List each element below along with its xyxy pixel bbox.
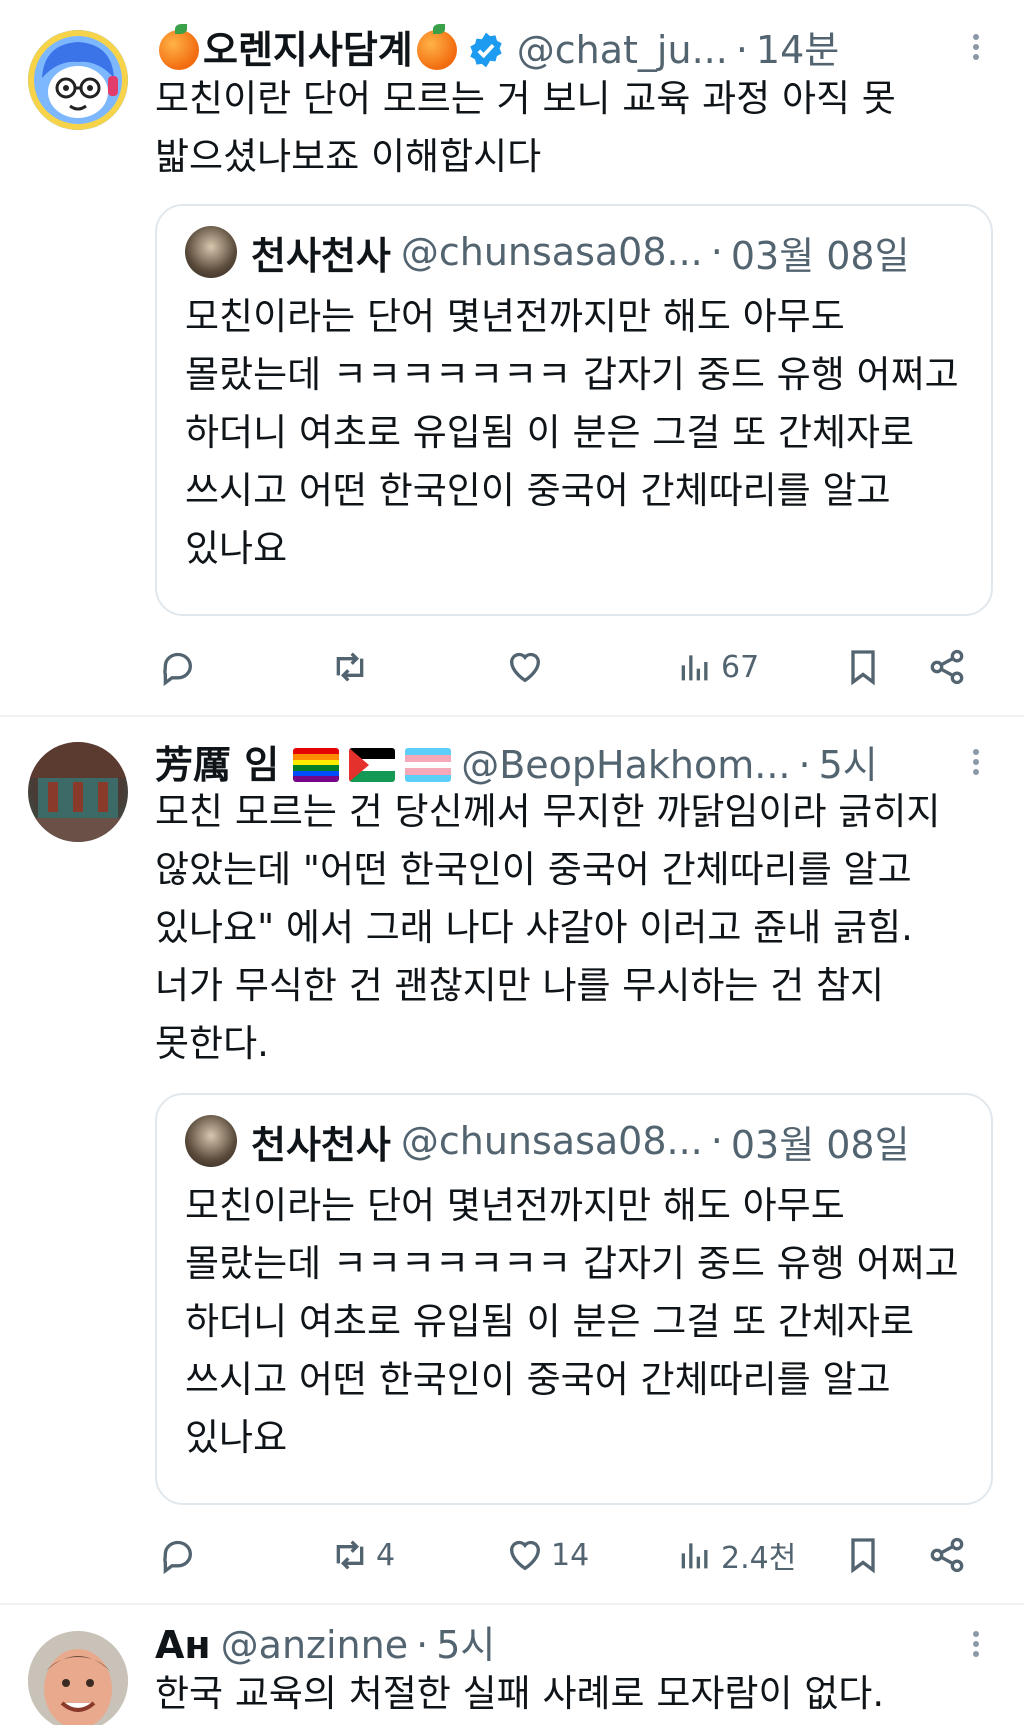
quoted-tweet-text: 모친이라는 단어 몇년전까지만 해도 아무도 몰랐는데 ㅋㅋㅋㅋㅋㅋㅋ 갑자기 …: [185, 1184, 959, 1459]
share-icon: [930, 649, 964, 685]
share-icon: [930, 1537, 964, 1573]
verified-icon: [470, 32, 502, 68]
reply-button[interactable]: [157, 642, 203, 692]
quoted-timestamp: 03월 08일: [730, 233, 910, 278]
share-button[interactable]: [927, 642, 967, 692]
like-count: 14: [551, 1537, 590, 1573]
views-button[interactable]: 67: [675, 642, 759, 692]
like-icon: [509, 652, 541, 683]
quoted-tweet-header: 천사천사 @chunsasa08... · 03월 08일: [185, 1113, 910, 1169]
quoted-tweet[interactable]: 천사천사 @chunsasa08... · 03월 08일 모친이라는 단어 몇…: [155, 1093, 993, 1505]
more-icon[interactable]: [966, 30, 986, 70]
retweet-count: 4: [376, 1537, 396, 1573]
separator-dot: ·: [710, 230, 723, 274]
avatar-illustration: [28, 30, 128, 130]
avatar-illustration: [28, 1631, 128, 1725]
reply-icon: [163, 652, 193, 687]
share-button[interactable]: [927, 1530, 967, 1580]
avatar[interactable]: [28, 30, 128, 130]
tweet-3[interactable]: Ан @anzinne · 5시 한국 교육의 처절한 실패 사례로 모자람이 …: [0, 1605, 1024, 1725]
reply-button[interactable]: [157, 1530, 203, 1580]
like-icon: [509, 1540, 541, 1571]
views-icon: [681, 655, 708, 681]
views-count: 2.4천: [721, 1541, 797, 1576]
bookmark-icon: [851, 1538, 875, 1574]
more-icon[interactable]: [966, 1627, 986, 1667]
quoted-timestamp: 03월 08일: [730, 1122, 910, 1167]
quoted-tweet[interactable]: 천사천사 @chunsasa08... · 03월 08일 모친이라는 단어 몇…: [155, 204, 993, 616]
tweet-text: 모친 모르는 건 당신께서 무지한 까닭임이라 긁히지 않았는데 "어떤 한국인…: [155, 790, 941, 1065]
orange-emoji-icon: [416, 24, 457, 70]
orange-emoji-icon: [159, 24, 199, 70]
reply-icon: [163, 1540, 193, 1575]
retweet-icon: [336, 652, 364, 682]
tweet-1[interactable]: 오렌지사담계 @chat_ju... · 14분 모친이란 단어 모르는 거 보…: [0, 0, 1024, 715]
action-bar: 67: [155, 642, 995, 692]
avatar[interactable]: [28, 1631, 128, 1725]
bookmark-button[interactable]: [843, 642, 883, 692]
like-button[interactable]: 14: [505, 1530, 589, 1580]
quoted-display-name: 천사천사: [251, 233, 391, 278]
views-button[interactable]: 2.4천: [675, 1530, 796, 1580]
retweet-icon: [336, 1540, 364, 1570]
quoted-display-name: 천사천사: [251, 1122, 391, 1167]
retweet-button[interactable]: 4: [330, 1530, 395, 1580]
quoted-tweet-text: 모친이라는 단어 몇년전까지만 해도 아무도 몰랐는데 ㅋㅋㅋㅋㅋㅋㅋ 갑자기 …: [185, 295, 959, 570]
transgender-flag-icon: [405, 748, 452, 782]
bookmark-button[interactable]: [843, 1530, 883, 1580]
tweet-text: 모친이란 단어 모르는 거 보니 교육 과정 아직 못 밟으셨나보죠 이해합시다: [155, 77, 896, 178]
quoted-avatar: [185, 226, 237, 278]
more-icon[interactable]: [966, 745, 986, 785]
quoted-avatar: [185, 1115, 237, 1167]
avatar[interactable]: [28, 742, 128, 842]
quoted-user-handle: @chunsasa08...: [400, 230, 703, 274]
palestine-flag-icon: [349, 748, 396, 782]
tweet-2[interactable]: 芳厲 임 @BeopHakhom... · 5시 모친 모르는 건 당신께서 무…: [0, 717, 1024, 1603]
tweet-text: 한국 교육의 처절한 실패 사례로 모자람이 없다.: [155, 1672, 885, 1715]
action-bar: 4 14 2.4천: [155, 1530, 995, 1580]
rainbow-flag-icon: [293, 748, 340, 782]
separator-dot: ·: [710, 1119, 723, 1163]
retweet-button[interactable]: [330, 642, 376, 692]
avatar-illustration: [28, 742, 128, 842]
like-button[interactable]: [505, 642, 551, 692]
quoted-tweet-header: 천사천사 @chunsasa08... · 03월 08일: [185, 224, 910, 280]
quoted-user-handle: @chunsasa08...: [400, 1119, 703, 1163]
bookmark-icon: [851, 650, 875, 686]
views-count: 67: [721, 649, 760, 685]
views-icon: [681, 1543, 708, 1569]
